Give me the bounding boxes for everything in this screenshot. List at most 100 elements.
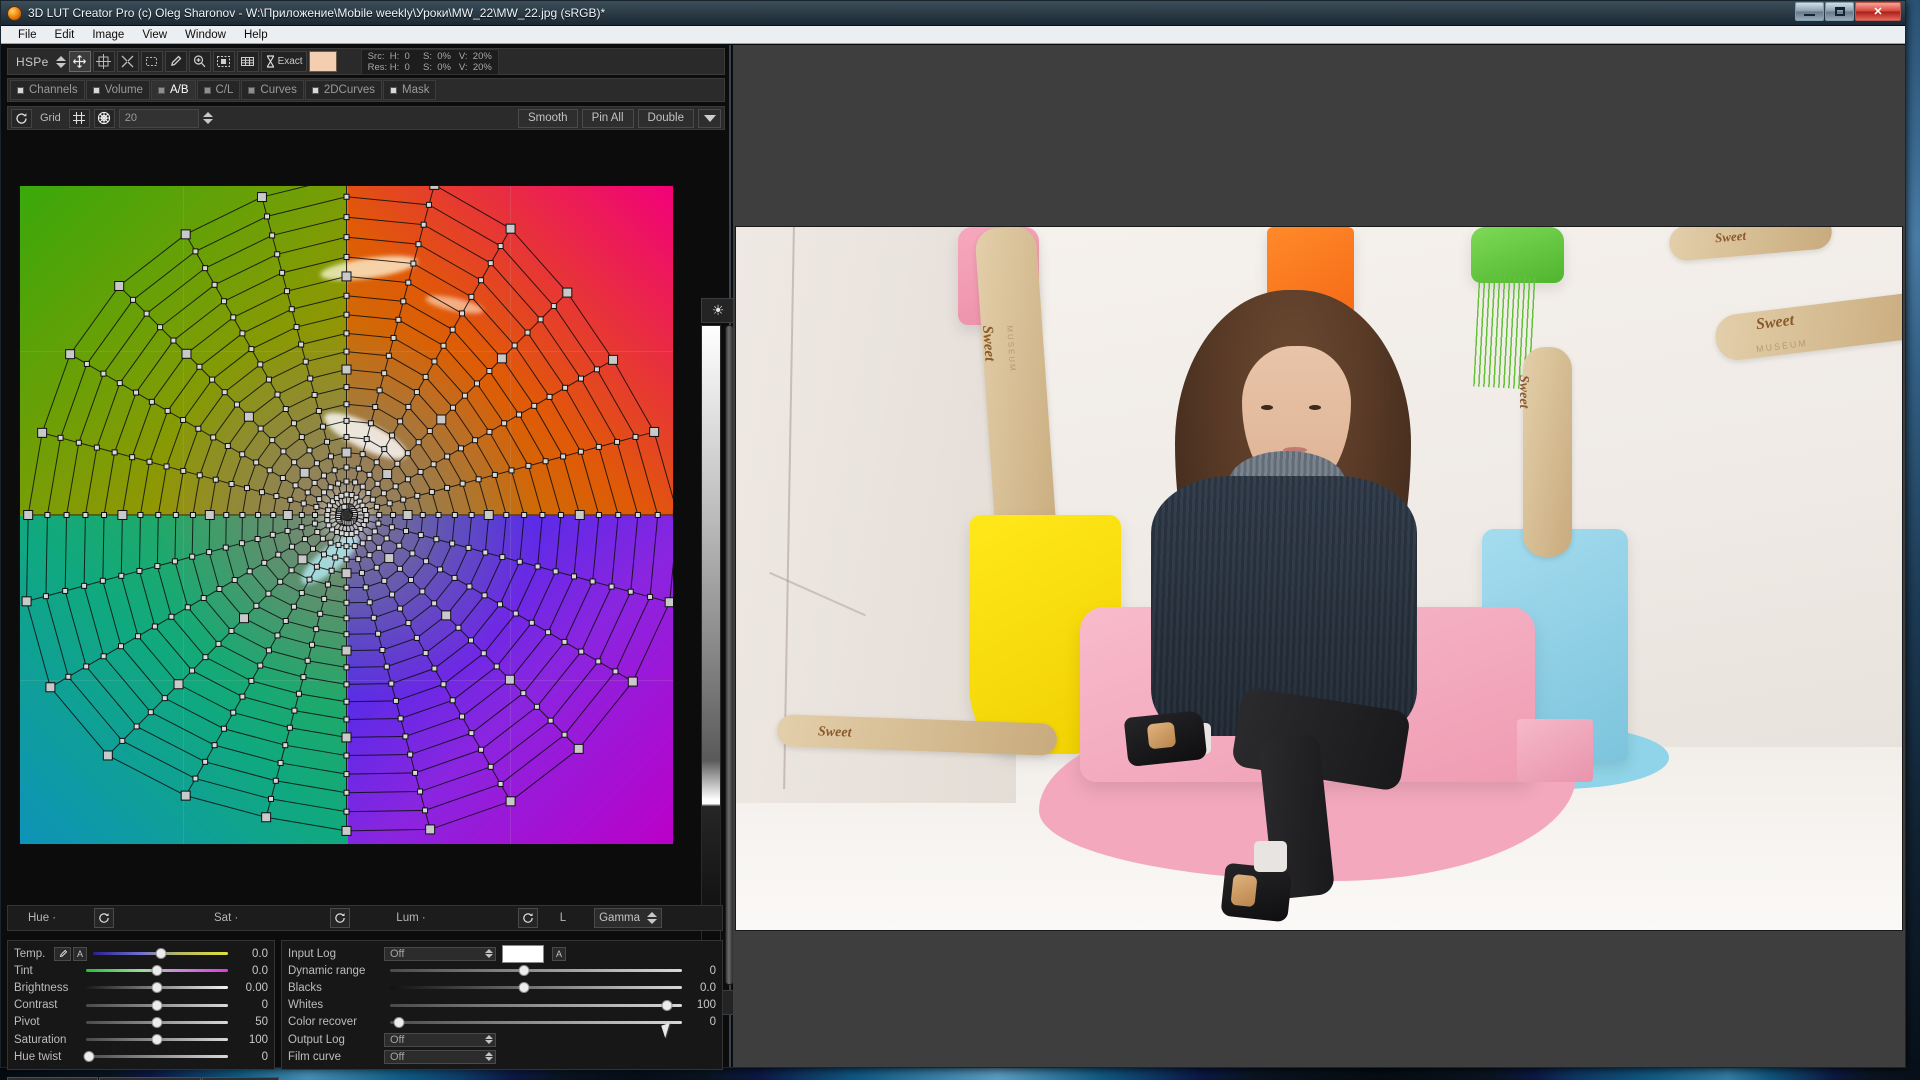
mesh-node[interactable] bbox=[505, 223, 516, 234]
mesh-node[interactable] bbox=[341, 503, 348, 510]
mesh-node[interactable] bbox=[180, 416, 187, 423]
mesh-node[interactable] bbox=[359, 483, 366, 490]
pin-all-button[interactable]: Pin All bbox=[581, 108, 634, 128]
mesh-node[interactable] bbox=[343, 543, 350, 550]
mesh-node[interactable] bbox=[37, 427, 48, 438]
mesh-node[interactable] bbox=[117, 643, 124, 650]
mesh-node[interactable] bbox=[146, 458, 153, 465]
mesh-node[interactable] bbox=[221, 389, 228, 396]
mesh-node[interactable] bbox=[392, 697, 399, 704]
mesh-node[interactable] bbox=[239, 512, 246, 518]
mesh-node[interactable] bbox=[547, 717, 554, 724]
mesh-node[interactable] bbox=[265, 647, 272, 654]
mesh-node[interactable] bbox=[244, 485, 250, 492]
mesh-node[interactable] bbox=[147, 709, 154, 716]
mesh-node[interactable] bbox=[253, 459, 260, 466]
mesh-node[interactable] bbox=[487, 260, 494, 267]
mesh-node[interactable] bbox=[384, 553, 395, 564]
mesh-node[interactable] bbox=[210, 434, 217, 441]
mesh-node[interactable] bbox=[373, 503, 380, 510]
mesh-node[interactable] bbox=[151, 623, 158, 630]
mesh-node[interactable] bbox=[338, 530, 345, 537]
mesh-node[interactable] bbox=[459, 310, 466, 317]
gamma-stepper[interactable] bbox=[646, 909, 657, 928]
mesh-node[interactable] bbox=[313, 503, 320, 510]
mesh-node[interactable] bbox=[388, 524, 395, 531]
mesh-node[interactable] bbox=[215, 640, 222, 647]
mesh-node[interactable] bbox=[233, 401, 240, 408]
mesh-node[interactable] bbox=[83, 663, 90, 670]
close-button[interactable]: ✕ bbox=[1855, 2, 1901, 21]
dynamic-range-slider[interactable] bbox=[390, 964, 682, 978]
mesh-node[interactable] bbox=[359, 540, 366, 547]
gamma-dropdown[interactable]: Gamma bbox=[594, 908, 663, 928]
mesh-node[interactable] bbox=[343, 752, 350, 759]
mesh-node[interactable] bbox=[133, 723, 140, 730]
mesh-node[interactable] bbox=[239, 693, 246, 700]
mesh-node[interactable] bbox=[431, 358, 438, 365]
mesh-node[interactable] bbox=[211, 742, 218, 749]
mesh-node[interactable] bbox=[343, 478, 350, 485]
mesh-node[interactable] bbox=[352, 479, 359, 486]
mesh-node[interactable] bbox=[426, 428, 433, 435]
mesh-node[interactable] bbox=[23, 510, 34, 520]
hue-twist-slider[interactable] bbox=[83, 1050, 228, 1064]
mesh-node[interactable] bbox=[81, 582, 88, 589]
mesh-node[interactable] bbox=[561, 638, 568, 645]
mesh-node[interactable] bbox=[257, 662, 264, 669]
mesh-node[interactable] bbox=[359, 451, 366, 458]
mesh-node[interactable] bbox=[313, 563, 320, 570]
mesh-node[interactable] bbox=[343, 311, 350, 318]
mesh-node[interactable] bbox=[578, 648, 585, 655]
mesh-node[interactable] bbox=[351, 543, 358, 550]
mesh-node[interactable] bbox=[255, 512, 262, 518]
mesh-node[interactable] bbox=[292, 482, 299, 489]
mesh-node[interactable] bbox=[482, 549, 489, 556]
mesh-node[interactable] bbox=[274, 251, 281, 258]
menu-item-image[interactable]: Image bbox=[83, 28, 133, 42]
mesh-node[interactable] bbox=[129, 454, 136, 461]
mesh-node[interactable] bbox=[369, 496, 376, 503]
mesh-node[interactable] bbox=[562, 287, 573, 298]
mesh-node[interactable] bbox=[343, 615, 350, 622]
mesh-node[interactable] bbox=[343, 384, 350, 391]
mesh-node[interactable] bbox=[355, 465, 362, 472]
mesh-node[interactable] bbox=[270, 512, 277, 518]
mesh-node[interactable] bbox=[419, 512, 426, 518]
mesh-node[interactable] bbox=[343, 584, 350, 591]
mesh-node[interactable] bbox=[319, 535, 326, 542]
mesh-node[interactable] bbox=[341, 645, 352, 656]
image-viewer[interactable]: Sweet Sweet MUSEUM Sweet Sweet MUSEUM Sw… bbox=[733, 45, 1905, 1067]
mesh-node[interactable] bbox=[390, 334, 397, 341]
mesh-node[interactable] bbox=[269, 531, 276, 538]
tint-slider[interactable] bbox=[86, 964, 228, 978]
mesh-node[interactable] bbox=[394, 460, 401, 467]
grid-size-field[interactable]: 20 bbox=[118, 108, 199, 128]
mesh-node[interactable] bbox=[343, 491, 350, 498]
mesh-node[interactable] bbox=[383, 663, 390, 670]
mesh-node[interactable] bbox=[172, 512, 179, 518]
mesh-node[interactable] bbox=[282, 406, 289, 413]
mesh-node[interactable] bbox=[503, 512, 510, 518]
mesh-node[interactable] bbox=[343, 417, 350, 424]
film-curve-stepper[interactable] bbox=[485, 1052, 493, 1062]
mesh-node[interactable] bbox=[154, 563, 161, 570]
tab-mask[interactable]: Mask bbox=[382, 80, 437, 100]
mesh-node[interactable] bbox=[163, 463, 170, 470]
mesh-node[interactable] bbox=[343, 808, 350, 815]
collapse-tool-button[interactable] bbox=[116, 51, 139, 72]
mesh-node[interactable] bbox=[521, 512, 528, 518]
mesh-node[interactable] bbox=[298, 341, 305, 348]
mesh-node[interactable] bbox=[531, 402, 538, 409]
mesh-node[interactable] bbox=[324, 581, 331, 588]
mesh-node[interactable] bbox=[428, 488, 435, 495]
mesh-node[interactable] bbox=[343, 716, 350, 723]
pivot-slider[interactable] bbox=[86, 1015, 228, 1029]
mesh-node[interactable] bbox=[389, 591, 396, 598]
mesh-node[interactable] bbox=[261, 559, 268, 566]
mesh-node[interactable] bbox=[238, 540, 245, 547]
mesh-node[interactable] bbox=[343, 599, 350, 606]
mesh-node[interactable] bbox=[542, 458, 549, 465]
mesh-node[interactable] bbox=[465, 544, 472, 551]
mesh-node[interactable] bbox=[63, 512, 70, 518]
